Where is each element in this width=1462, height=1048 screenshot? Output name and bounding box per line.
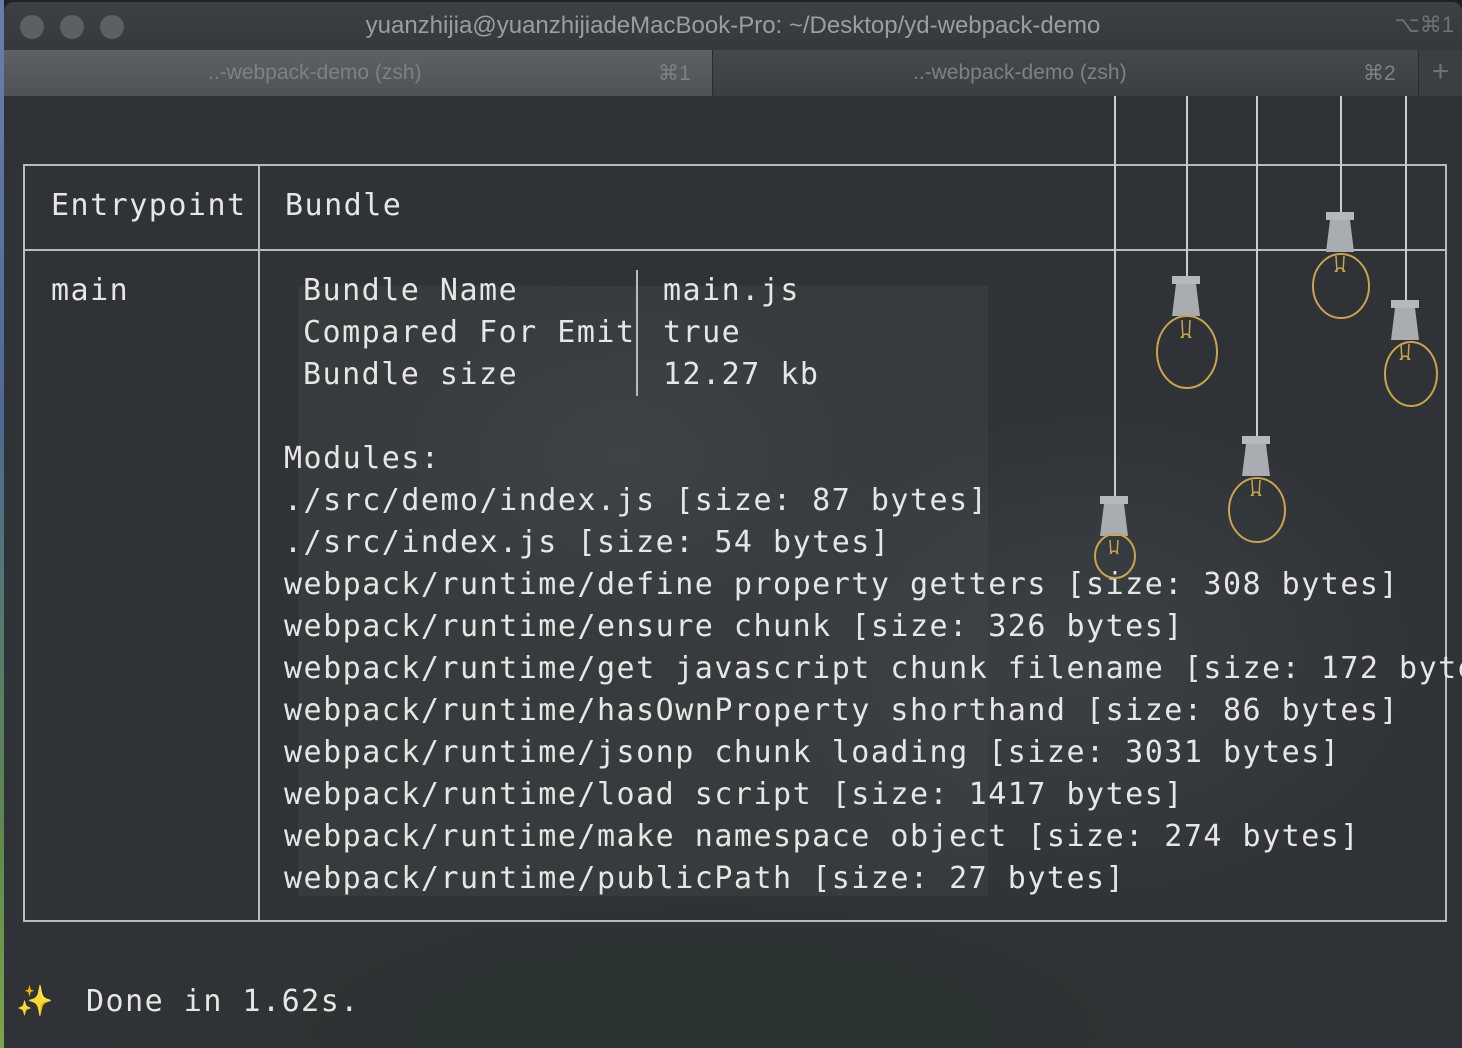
tab-2-shortcut: ⌘2 [1363,62,1396,85]
window-shortcut: ⌥⌘1 [1394,12,1454,37]
prop-name-bundle-size: Bundle size [303,357,519,392]
tab-2-label: ..-webpack-demo (zsh) [913,61,1127,84]
module-line: webpack/runtime/hasOwnProperty shorthand… [284,693,1400,728]
table-header-divider [25,249,1445,251]
table-column-divider [258,166,260,920]
sparkles-icon: ✨ [16,984,54,1019]
stats-table: Entrypoint Bundle main Bundle Name main.… [23,164,1462,922]
module-line: webpack/runtime/publicPath [size: 27 byt… [284,861,1126,896]
module-line: webpack/runtime/ensure chunk [size: 326 … [284,609,1184,644]
tab-1-shortcut: ⌘1 [658,62,691,85]
window-title: yuanzhijia@yuanzhijiadeMacBook-Pro: ~/De… [365,12,1101,39]
done-message: Done in 1.62s. [86,984,360,1019]
prop-value-bundle-size: 12.27 kb [663,357,820,392]
tab-2[interactable]: ..-webpack-demo (zsh) ⌘2 [712,50,1418,96]
module-line: ./src/index.js [size: 54 bytes] [284,525,891,560]
modules-title: Modules: [284,441,441,476]
property-divider [636,270,638,396]
header-entrypoint: Entrypoint [51,188,247,223]
prop-value-bundle-name: main.js [663,273,800,308]
title-bar[interactable]: yuanzhijia@yuanzhijiadeMacBook-Pro: ~/De… [4,2,1462,50]
module-line: webpack/runtime/get javascript chunk fil… [284,651,1462,686]
terminal-output[interactable]: Entrypoint Bundle main Bundle Name main.… [4,96,1462,1048]
tab-1[interactable]: ..-webpack-demo (zsh) ⌘1 [4,50,712,96]
header-bundle: Bundle [285,188,403,223]
module-line: webpack/runtime/load script [size: 1417 … [284,777,1184,812]
prop-name-compared-for-emit: Compared For Emit [303,315,636,350]
module-line: webpack/runtime/define property getters … [284,567,1400,602]
new-tab-button[interactable]: + [1418,50,1462,96]
entrypoint-cell: main [51,273,130,308]
module-line: webpack/runtime/jsonp chunk loading [siz… [284,735,1341,770]
module-line: ./src/demo/index.js [size: 87 bytes] [284,483,989,518]
tab-1-label: ..-webpack-demo (zsh) [208,61,422,84]
module-line: webpack/runtime/make namespace object [s… [284,819,1360,854]
prop-name-bundle-name: Bundle Name [303,273,519,308]
tab-bar: ..-webpack-demo (zsh) ⌘1 ..-webpack-demo… [4,50,1462,96]
terminal-window: yuanzhijia@yuanzhijiadeMacBook-Pro: ~/De… [4,2,1462,1048]
prop-value-compared-for-emit: true [663,315,742,350]
